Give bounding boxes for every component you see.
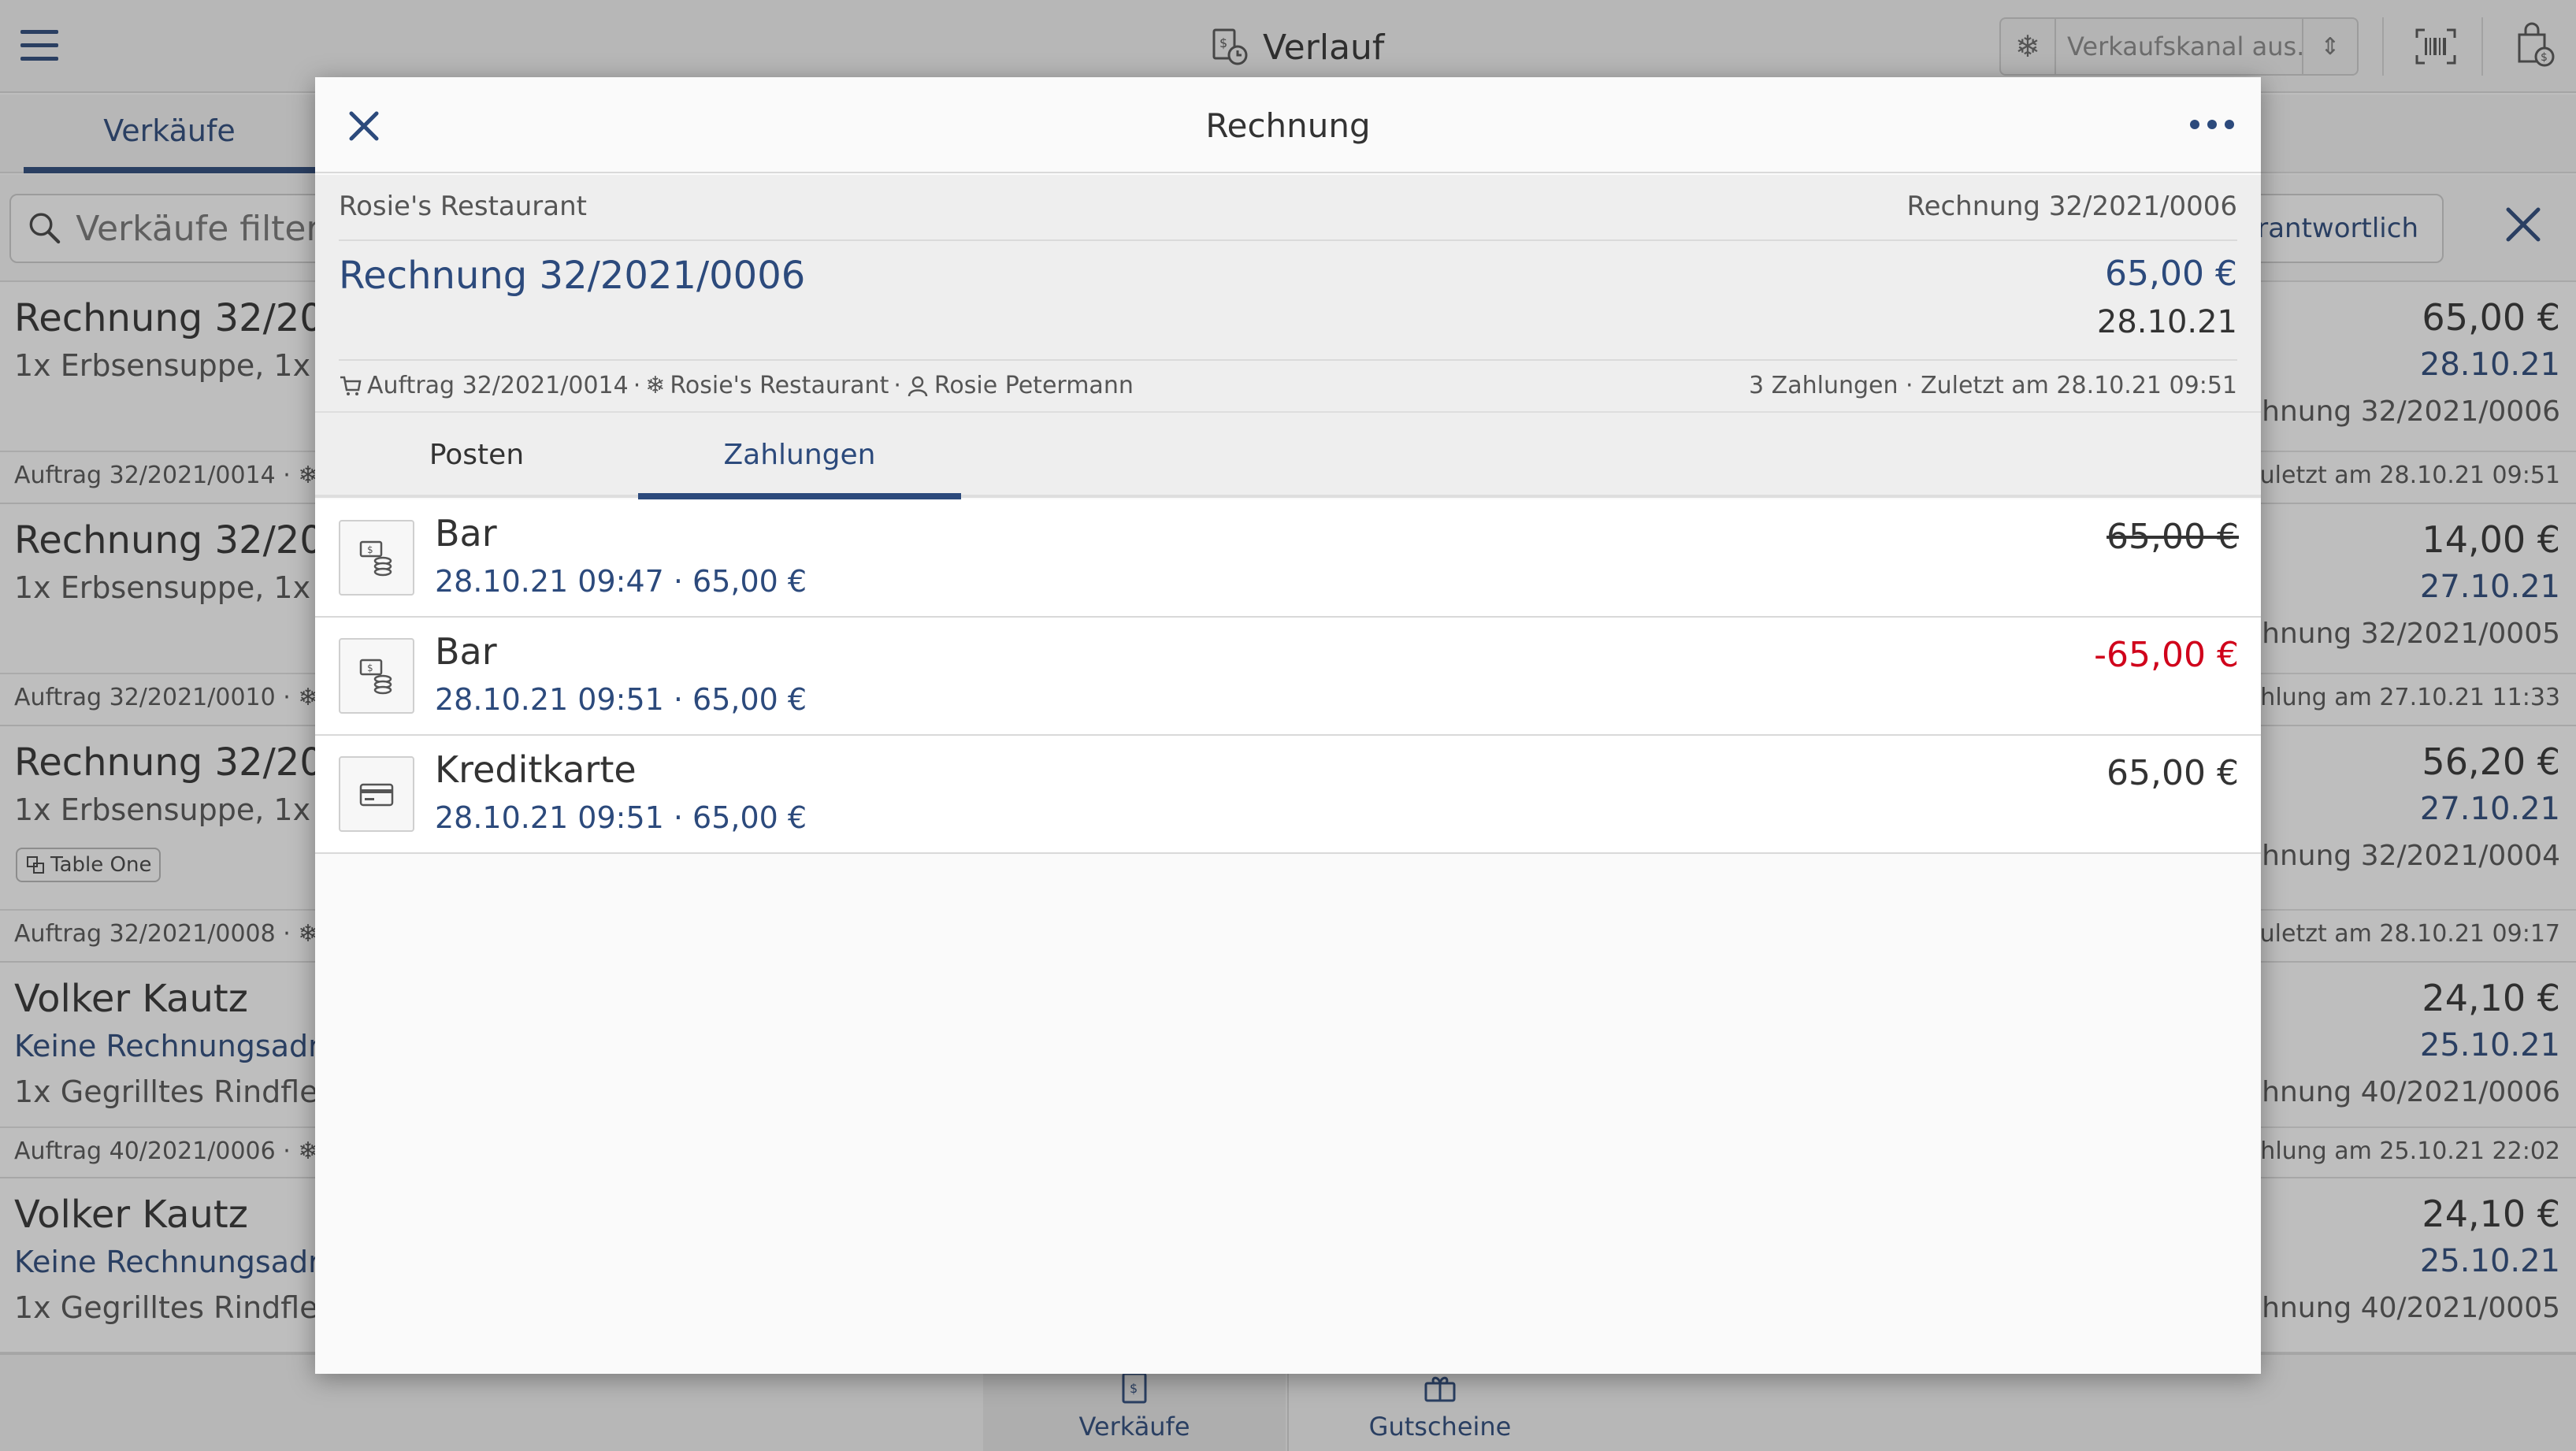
payment-amount-cancelled: 65,00 € [2106, 517, 2239, 557]
payment-icon-box [339, 756, 414, 832]
payment-icon-box: $ [339, 638, 414, 714]
dialog-title: Rechnung [1205, 106, 1371, 145]
invoice-dialog: Rechnung Rosie's Restaurant Rechnung 32/… [315, 77, 2261, 1374]
invoice-summary: Rosie's Restaurant Rechnung 32/2021/0006… [315, 175, 2261, 499]
dialog-tabs: Posten Zahlungen [315, 411, 2261, 499]
payment-detail: 28.10.21 09:51 · 65,00 € [435, 800, 807, 835]
tab-payments[interactable]: Zahlungen [638, 413, 961, 499]
cash-icon: $ [359, 659, 392, 695]
more-options-icon[interactable] [2190, 109, 2234, 140]
payments-list: $ Bar 28.10.21 09:47 · 65,00 € 65,00 € $… [315, 499, 2261, 854]
tab-items[interactable]: Posten [315, 413, 638, 496]
payment-icon-box: $ [339, 520, 414, 596]
divider [339, 359, 2237, 361]
order-number[interactable]: Auftrag 32/2021/0014 [367, 372, 629, 399]
sales-channel-name: Rosie's Restaurant [670, 372, 889, 399]
payment-row[interactable]: $ Bar 28.10.21 09:47 · 65,00 € 65,00 € [315, 499, 2261, 618]
dialog-header: Rechnung [315, 77, 2261, 173]
payment-row[interactable]: Kreditkarte 28.10.21 09:51 · 65,00 € 65,… [315, 736, 2261, 854]
shop-name: Rosie's Restaurant [339, 191, 587, 222]
payment-detail: 28.10.21 09:47 · 65,00 € [435, 564, 807, 599]
meta-separator: · [633, 372, 641, 399]
divider [339, 239, 2237, 241]
payment-method: Bar [435, 512, 497, 555]
payment-detail: 28.10.21 09:51 · 65,00 € [435, 682, 807, 717]
svg-text:$: $ [367, 662, 373, 674]
responsible-person: Rosie Petermann [934, 372, 1134, 399]
payment-amount: 65,00 € [2106, 753, 2239, 793]
invoice-total: 65,00 € [2105, 254, 2237, 294]
payment-method: Kreditkarte [435, 748, 637, 791]
invoice-number[interactable]: Rechnung 32/2021/0006 [339, 254, 805, 298]
invoice-date: 28.10.21 [2096, 304, 2237, 340]
header-invoice-ref: Rechnung 32/2021/0006 [1906, 191, 2237, 222]
payment-amount-refund: -65,00 € [2094, 635, 2239, 675]
cash-icon: $ [359, 540, 392, 577]
cart-icon [340, 376, 362, 395]
snowflake-icon: ❄ [645, 372, 666, 399]
payment-summary: 3 Zahlungen · Zuletzt am 28.10.21 09:51 [1749, 372, 2237, 399]
close-icon[interactable] [345, 107, 383, 145]
credit-card-icon [359, 783, 394, 807]
payment-row[interactable]: $ Bar 28.10.21 09:51 · 65,00 € -65,00 € [315, 618, 2261, 736]
invoice-meta: Auftrag 32/2021/0014 · ❄ Rosie's Restaur… [339, 372, 1134, 399]
svg-text:$: $ [367, 544, 373, 555]
person-icon [908, 376, 928, 396]
meta-separator: · [893, 372, 901, 399]
payment-method: Bar [435, 630, 497, 673]
